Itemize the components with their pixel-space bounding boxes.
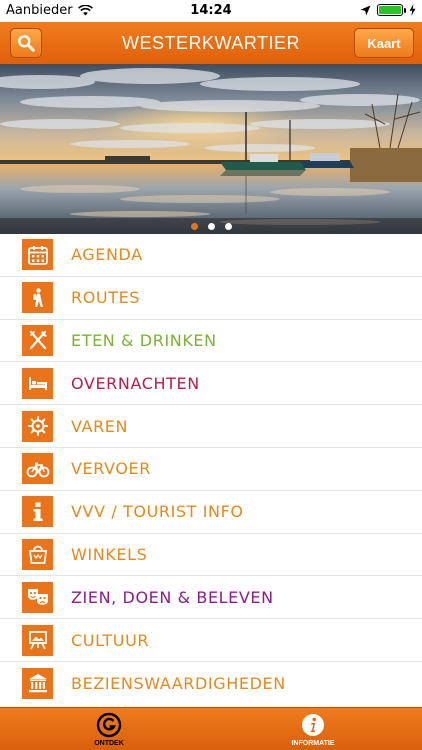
charging-bolt-icon xyxy=(409,4,416,16)
g-logo-icon xyxy=(96,712,122,738)
menu-item-label: WINKELS xyxy=(71,544,148,564)
menu-item-eten-drinken[interactable]: ETEN & DRINKEN xyxy=(0,320,422,363)
menu-item-overnachten[interactable]: OVERNACHTEN xyxy=(0,362,422,406)
tab-ontdek-label: ONTDEK xyxy=(94,740,124,747)
calendar-icon xyxy=(22,239,53,271)
fork-knife-icon xyxy=(22,324,53,356)
menu-item-cultuur[interactable]: CULTUUR xyxy=(0,619,422,662)
map-button[interactable]: Kaart xyxy=(354,28,414,58)
status-right xyxy=(360,4,416,16)
museum-icon xyxy=(22,667,53,699)
menu-item-label: ETEN & DRINKEN xyxy=(71,330,217,350)
theater-masks-icon xyxy=(22,581,53,613)
menu-item-winkels[interactable]: WINKELS xyxy=(0,534,422,577)
menu-item-label: ZIEN, DOEN & BELEVEN xyxy=(71,587,274,607)
pager-dot[interactable] xyxy=(207,222,215,230)
info-icon xyxy=(22,496,53,528)
tab-informatie[interactable]: INFORMATIE xyxy=(278,711,348,749)
menu-item-label: VERVOER xyxy=(71,459,151,479)
menu-item-label: BEZIENSWAARDIGHEDEN xyxy=(71,673,286,693)
carousel-pager[interactable] xyxy=(0,218,422,234)
menu-item-routes[interactable]: ROUTES xyxy=(0,277,422,320)
menu-item-bezienswaardigheden[interactable]: BEZIENSWAARDIGHEDEN xyxy=(0,662,422,705)
ship-wheel-icon xyxy=(22,410,53,442)
nav-bar: WESTERKWARTIER Kaart xyxy=(0,22,422,64)
shopping-bag-icon xyxy=(22,538,53,570)
tab-informatie-label: INFORMATIE xyxy=(291,740,335,747)
menu-item-label: CULTUUR xyxy=(71,630,150,650)
bed-icon xyxy=(22,367,53,399)
menu-item-zien-doen-beleven[interactable]: ZIEN, DOEN & BELEVEN xyxy=(0,576,422,620)
pager-dot[interactable] xyxy=(224,222,232,230)
hero-carousel[interactable] xyxy=(0,64,422,234)
menu-item-vervoer[interactable]: VERVOER xyxy=(0,448,422,491)
tab-ontdek[interactable]: ONTDEK xyxy=(74,711,144,749)
menu-item-label: AGENDA xyxy=(71,245,143,265)
location-arrow-icon xyxy=(360,5,371,15)
menu-item-label: ROUTES xyxy=(71,288,141,308)
easel-icon xyxy=(22,624,53,656)
menu-item-varen[interactable]: VAREN xyxy=(0,405,422,448)
info-circle-icon xyxy=(302,714,324,736)
status-time: 14:24 xyxy=(190,3,232,18)
menu-item-label: VVV / TOURIST INFO xyxy=(71,502,244,522)
category-menu: AGENDA ROUTES ETEN & DRINKEN OVERNACHTEN… xyxy=(0,234,422,705)
bicycle-icon xyxy=(22,453,53,485)
pager-dot-active[interactable] xyxy=(190,222,198,230)
battery-icon xyxy=(377,4,406,16)
hero-image xyxy=(0,64,422,234)
menu-item-vvv-tourist-info[interactable]: VVV / TOURIST INFO xyxy=(0,491,422,534)
tab-bar: ONTDEK INFORMATIE xyxy=(0,707,422,750)
menu-item-label: VAREN xyxy=(71,416,129,436)
menu-item-label: OVERNACHTEN xyxy=(71,373,200,393)
battery-level xyxy=(379,6,401,14)
hiker-icon xyxy=(22,282,53,314)
status-bar: Aanbieder 14:24 xyxy=(0,0,422,22)
menu-item-agenda[interactable]: AGENDA xyxy=(0,234,422,277)
